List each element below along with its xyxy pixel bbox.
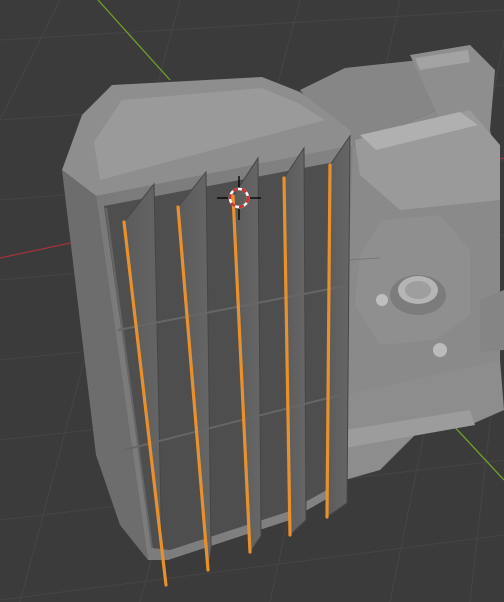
3d-viewport[interactable] — [0, 0, 504, 602]
